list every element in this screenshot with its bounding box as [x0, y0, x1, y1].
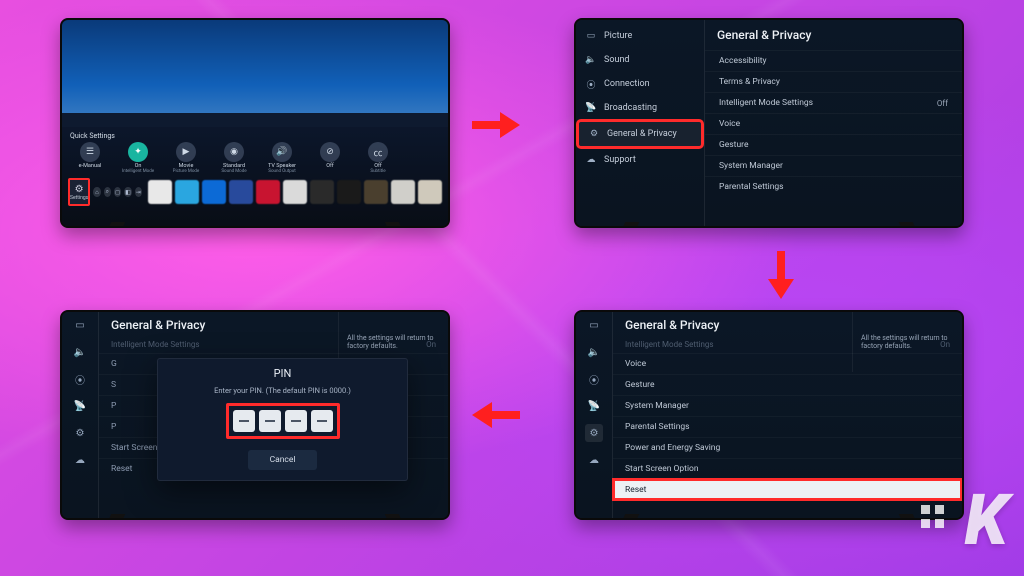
cancel-button[interactable]: Cancel [248, 450, 318, 470]
watermark-logo: K [965, 480, 1006, 562]
app-tile[interactable] [364, 180, 388, 204]
sidebar-item-connection[interactable]: ⦿Connection [576, 72, 704, 96]
sound-icon[interactable]: 🔈 [585, 343, 603, 361]
dock-row: ⚙ Settings ⌂ ⌕ ◻ ◧ ⇥ [68, 178, 442, 206]
app-tile[interactable] [283, 180, 307, 204]
sidebar-item-broadcasting[interactable]: 📡Broadcasting [576, 96, 704, 120]
broadcasting-icon[interactable]: 📡 [71, 397, 89, 415]
sidebar-collapsed: ▭ 🔈 ⦿ 📡 ⚙ ☁ [62, 312, 98, 518]
watermark-dots-icon [921, 505, 944, 528]
sidebar-item-general-privacy[interactable]: ⚙General & Privacy [579, 122, 701, 146]
ambient-icon[interactable]: ◻ [114, 187, 121, 197]
pin-digit-3[interactable] [285, 410, 307, 432]
app-tile[interactable] [229, 180, 253, 204]
row-gesture[interactable]: Gesture [613, 374, 962, 395]
row-reset[interactable]: Reset [613, 479, 962, 500]
sound-icon: 🔈 [584, 53, 598, 67]
quick-settings-label: Quick Settings [70, 132, 442, 140]
sidebar-item-sound[interactable]: 🔈Sound [576, 48, 704, 72]
app-tile[interactable] [391, 180, 415, 204]
sidebar-item-support[interactable]: ☁Support [576, 148, 704, 172]
pane-title: General & Privacy [705, 24, 962, 50]
step4-tv-pin-dialog: ▭ 🔈 ⦿ 📡 ⚙ ☁ General & Privacy Intelligen… [60, 310, 450, 520]
step2-tv-settings-general: ▭Picture 🔈Sound ⦿Connection 📡Broadcastin… [574, 18, 964, 228]
pane-item-voice[interactable]: Voice [705, 113, 962, 134]
pane-item-parental[interactable]: Parental Settings [705, 176, 962, 197]
pane-item-intelligent-mode[interactable]: Intelligent Mode SettingsOff [705, 92, 962, 113]
general-icon: ⚙ [587, 127, 601, 141]
qs-intelligent-mode[interactable]: ✦OnIntelligent Mode [116, 142, 160, 174]
home-icon[interactable]: ⌂ [93, 187, 100, 197]
qs-emanual[interactable]: ☰e-Manual [68, 142, 112, 174]
app-tile[interactable] [256, 180, 280, 204]
qs-sound-output[interactable]: 🔊TV SpeakerSound Output [260, 142, 304, 174]
support-icon: ☁ [584, 153, 598, 167]
qs-off1[interactable]: ⊘Off [308, 142, 352, 174]
row-parental[interactable]: Parental Settings [613, 416, 962, 437]
broadcasting-icon: 📡 [584, 101, 598, 115]
settings-pane: General & Privacy Accessibility Terms & … [704, 20, 962, 226]
pane-item-gesture[interactable]: Gesture [705, 134, 962, 155]
connection-icon[interactable]: ⦿ [71, 370, 89, 388]
pane-item-system-manager[interactable]: System Manager [705, 155, 962, 176]
qs-subtitle[interactable]: ㏄OffSubtitle [356, 142, 400, 174]
app-tile[interactable] [175, 180, 199, 204]
pin-digit-2[interactable] [259, 410, 281, 432]
connection-icon[interactable]: ⦿ [585, 370, 603, 388]
support-icon[interactable]: ☁ [71, 451, 89, 469]
sidebar-collapsed: ▭ 🔈 ⦿ 📡 ⚙ ☁ [576, 312, 612, 518]
picture-icon[interactable]: ▭ [585, 316, 603, 334]
sidebar-item-picture[interactable]: ▭Picture [576, 24, 704, 48]
unknown-icon[interactable]: ◧ [124, 187, 131, 197]
app-tile[interactable] [310, 180, 334, 204]
quick-settings-row: ☰e-Manual ✦OnIntelligent Mode ▶MoviePict… [68, 142, 442, 174]
help-text: All the settings will return to factory … [852, 312, 962, 372]
step3-tv-reset-list: ▭ 🔈 ⦿ 📡 ⚙ ☁ General & Privacy Intelligen… [574, 310, 964, 520]
general-icon[interactable]: ⚙ [71, 424, 89, 442]
qs-picture-mode[interactable]: ▶MoviePicture Mode [164, 142, 208, 174]
pane-item-terms[interactable]: Terms & Privacy [705, 71, 962, 92]
picture-icon: ▭ [584, 29, 598, 43]
wallpaper [62, 20, 448, 113]
settings-sidebar: ▭Picture 🔈Sound ⦿Connection 📡Broadcastin… [576, 20, 704, 226]
pin-digit-4[interactable] [311, 410, 333, 432]
app-tile[interactable] [337, 180, 361, 204]
arrow-right-icon [470, 110, 522, 140]
modal-message: Enter your PIN. (The default PIN is 0000… [168, 386, 397, 395]
arrow-down-icon [766, 249, 796, 301]
source-icon[interactable]: ⇥ [135, 187, 142, 197]
app-tile[interactable] [202, 180, 226, 204]
connection-icon: ⦿ [584, 77, 598, 91]
step1-tv-home: Quick Settings ☰e-Manual ✦OnIntelligent … [60, 18, 450, 228]
modal-title: PIN [168, 367, 397, 380]
settings-tile[interactable]: ⚙ Settings [68, 178, 90, 206]
pin-digit-1[interactable] [233, 410, 255, 432]
sound-icon[interactable]: 🔈 [71, 343, 89, 361]
app-tile[interactable] [148, 180, 172, 204]
app-tile[interactable] [418, 180, 442, 204]
pin-input-group[interactable] [226, 403, 340, 439]
broadcasting-icon[interactable]: 📡 [585, 397, 603, 415]
pin-modal: PIN Enter your PIN. (The default PIN is … [157, 358, 408, 481]
search-icon[interactable]: ⌕ [104, 187, 111, 197]
arrow-left-icon [470, 400, 522, 430]
general-icon[interactable]: ⚙ [585, 424, 603, 442]
qs-sound-mode[interactable]: ◉StandardSound Mode [212, 142, 256, 174]
row-system-manager[interactable]: System Manager [613, 395, 962, 416]
row-power-energy[interactable]: Power and Energy Saving [613, 437, 962, 458]
support-icon[interactable]: ☁ [585, 451, 603, 469]
row-start-screen[interactable]: Start Screen Option [613, 458, 962, 479]
picture-icon[interactable]: ▭ [71, 316, 89, 334]
gear-icon: ⚙ [75, 184, 84, 195]
pane-item-accessibility[interactable]: Accessibility [705, 50, 962, 71]
